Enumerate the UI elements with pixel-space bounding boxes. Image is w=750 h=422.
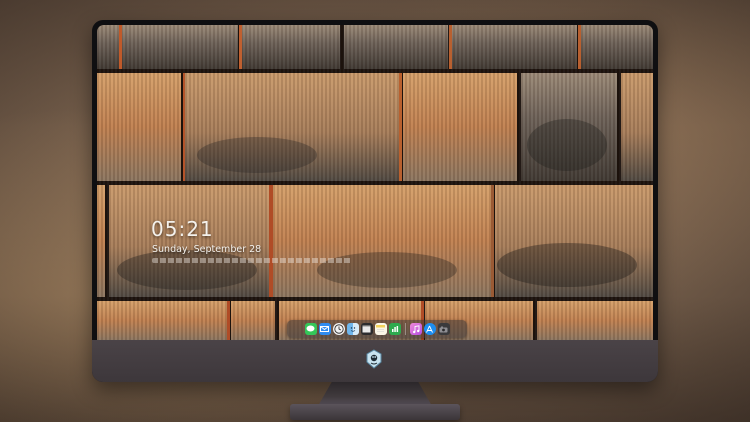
- monitor-stand-base: [290, 404, 460, 420]
- brand-logo-icon: [366, 349, 382, 369]
- lock-time: 05:21: [151, 217, 214, 241]
- itunes-icon[interactable]: [409, 323, 422, 335]
- messages-icon[interactable]: [304, 323, 317, 335]
- photo-booth-icon[interactable]: [437, 323, 450, 335]
- dock-separator: [404, 323, 406, 335]
- video-icon[interactable]: [360, 323, 373, 335]
- monitor: 05:21 Sunday, September 28: [92, 20, 658, 382]
- finder-icon[interactable]: [346, 323, 359, 335]
- app-store-icon[interactable]: [423, 323, 436, 335]
- mail-icon[interactable]: [318, 323, 331, 335]
- lock-subtext: [152, 258, 352, 263]
- monitor-stand-neck: [318, 382, 432, 406]
- desktop-screen: 05:21 Sunday, September 28: [97, 25, 653, 340]
- numbers-icon[interactable]: [388, 323, 401, 335]
- dock: [287, 320, 467, 338]
- notes-icon[interactable]: [374, 323, 387, 335]
- shingle-wallpaper: [97, 25, 653, 340]
- lock-date: Sunday, September 28: [152, 244, 262, 255]
- clock-icon[interactable]: [332, 323, 345, 335]
